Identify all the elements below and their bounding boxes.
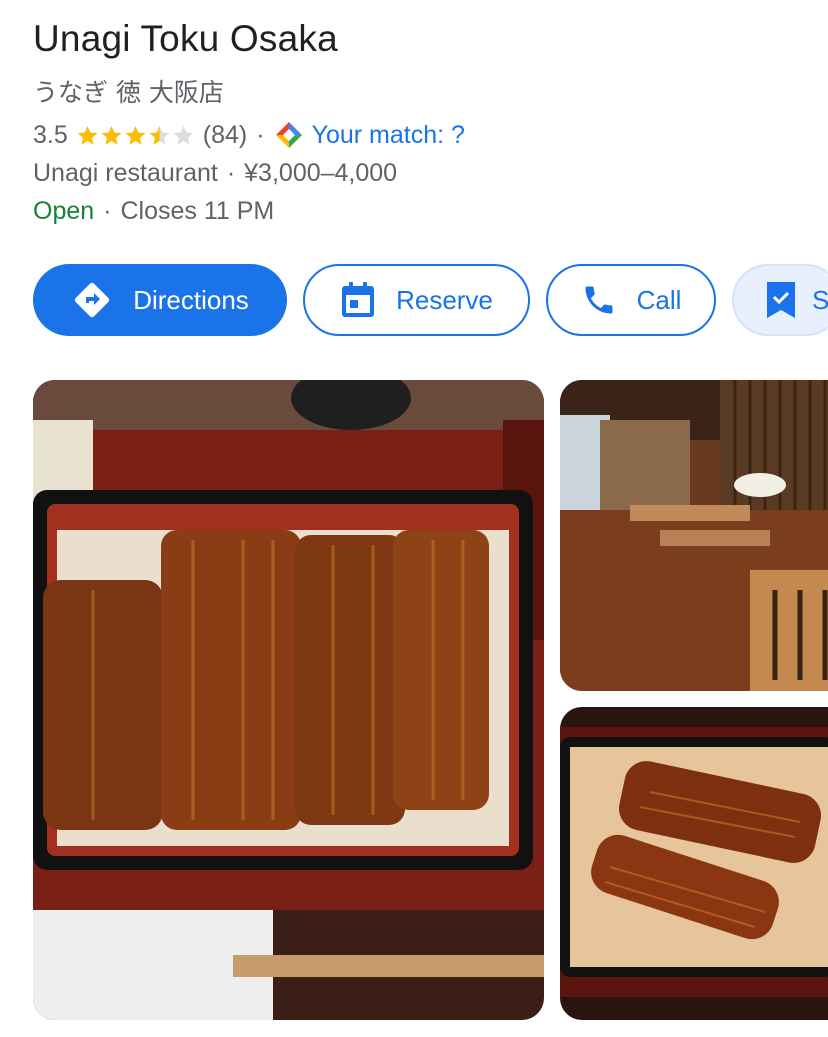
unagi-bowl-image [33, 380, 544, 1020]
price-range: ¥3,000–4,000 [244, 158, 398, 187]
star-icon [101, 125, 122, 145]
call-button[interactable]: Call [546, 264, 716, 336]
save-button[interactable]: S [732, 264, 828, 336]
separator: · [103, 196, 112, 225]
phone-icon [585, 286, 613, 314]
directions-icon [75, 282, 110, 318]
half-star-icon [149, 125, 170, 145]
star-icon [125, 125, 146, 145]
photo-unagi-bowl-large[interactable] [33, 380, 544, 1020]
reserve-button[interactable]: Reserve [303, 264, 530, 336]
restaurant-interior-image [560, 380, 828, 691]
hours-row[interactable]: Open · Closes 11 PM [33, 194, 274, 228]
reserve-label: Reserve [396, 284, 493, 315]
separator: · [256, 120, 265, 149]
photo-restaurant-interior[interactable] [560, 380, 828, 691]
place-title: Unagi Toku Osaka [33, 18, 338, 59]
save-label: S [812, 284, 828, 315]
call-label: Call [636, 284, 682, 315]
closing-time: Closes 11 PM [120, 196, 275, 225]
open-status: Open [33, 196, 95, 225]
category-label: Unagi restaurant [33, 158, 218, 187]
your-match-link[interactable]: Your match: ? [312, 121, 465, 150]
review-count[interactable]: (84) [203, 121, 247, 150]
directions-button[interactable]: Directions [33, 264, 287, 336]
category-row: Unagi restaurant · ¥3,000–4,000 [33, 156, 397, 190]
photo-unagi-bowl-small[interactable] [560, 707, 828, 1020]
star-icon [77, 125, 98, 145]
match-diamond-icon [275, 122, 302, 148]
bookmark-icon [767, 282, 795, 318]
empty-star-icon [173, 125, 194, 145]
separator: · [226, 158, 236, 187]
directions-label: Directions [133, 284, 249, 315]
rating-row: 3.5 (84) · Your match: ? [33, 118, 465, 152]
unagi-bowl-small-image [560, 707, 828, 1020]
place-local-name: うなぎ 徳 大阪店 [33, 78, 224, 107]
rating-value: 3.5 [33, 120, 68, 149]
star-rating [76, 124, 196, 147]
calendar-icon [342, 282, 375, 317]
